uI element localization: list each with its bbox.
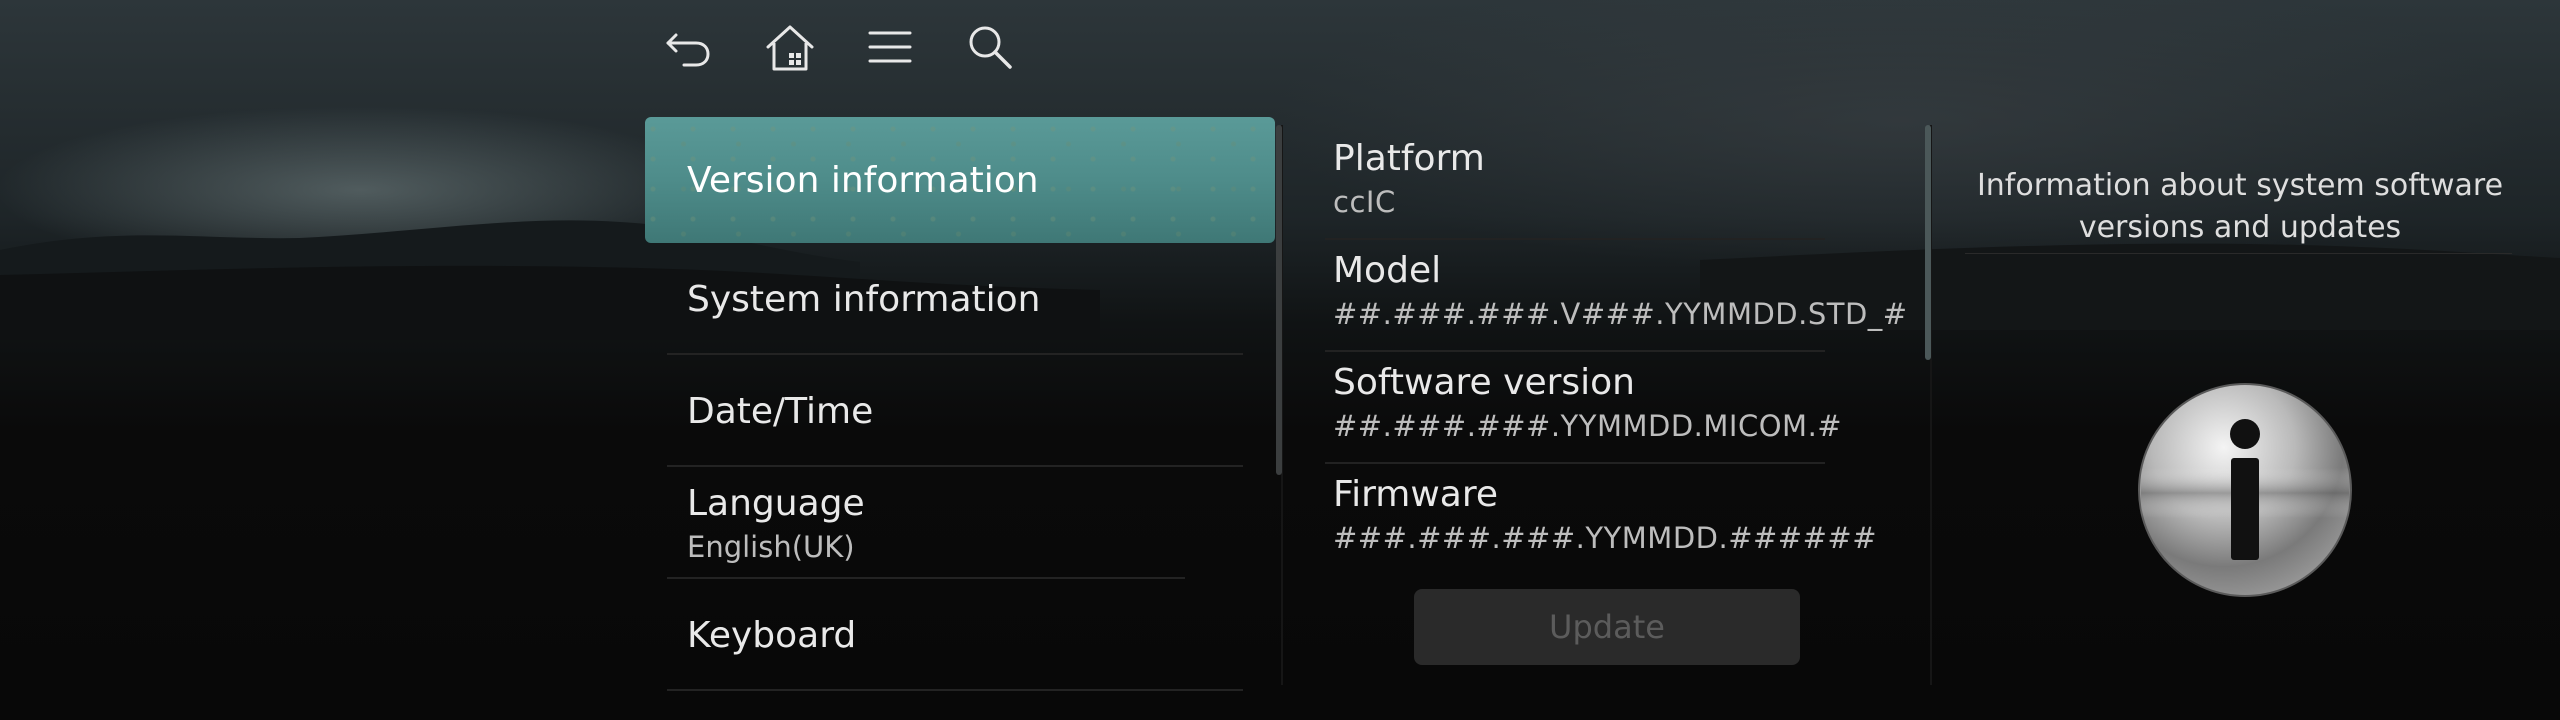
back-icon (666, 33, 710, 67)
info-label: Model (1333, 250, 1442, 291)
update-button[interactable]: Update (1414, 589, 1800, 665)
info-label: Firmware (1333, 474, 1498, 515)
menu-scrollbar[interactable] (1276, 125, 1282, 475)
menu-item-system-information[interactable]: System information (645, 243, 1275, 355)
info-row-model: Model ##.###.###.V###.YYMMDD.STD_# (1315, 242, 1908, 354)
home-icon (766, 25, 814, 71)
menu-item-label: Language (687, 482, 865, 524)
menu-item-keyboard[interactable]: Keyboard (645, 579, 1275, 691)
menu-item-label: Date/Time (687, 390, 874, 432)
info-label: Platform (1333, 138, 1485, 179)
menu-item-label: Keyboard (687, 614, 857, 656)
menu-icon (868, 31, 912, 63)
divider (1325, 462, 1825, 464)
divider (667, 689, 1243, 691)
divider (1325, 350, 1825, 352)
info-icon (2138, 383, 2352, 597)
version-info-list: Platform ccIC Model ##.###.###.V###.YYMM… (1315, 130, 1908, 578)
top-navigation (660, 12, 1020, 82)
menu-item-value: English(UK) (687, 529, 855, 564)
info-value: ##.###.###.YYMMDD.MICOM.# (1333, 409, 1843, 443)
back-button[interactable] (660, 12, 720, 82)
info-value: ###.###.###.YYMMDD.###### (1333, 521, 1877, 555)
menu-item-language[interactable]: Language English(UK) (645, 467, 1275, 579)
menu-item-date-time[interactable]: Date/Time (645, 355, 1275, 467)
divider (1325, 238, 1825, 240)
menu-button[interactable] (860, 12, 920, 82)
info-scrollbar[interactable] (1925, 125, 1931, 360)
info-value: ccIC (1333, 185, 1396, 219)
search-icon (969, 26, 1012, 69)
menu-item-label: System information (687, 278, 1041, 320)
menu-item-label: Version information (687, 159, 1039, 201)
menu-item-version-information[interactable]: Version information (645, 117, 1275, 243)
settings-menu: Version information System information D… (645, 117, 1275, 691)
home-button[interactable] (760, 12, 820, 82)
info-row-software-version: Software version ##.###.###.YYMMDD.MICOM… (1315, 354, 1843, 466)
search-button[interactable] (960, 12, 1020, 82)
divider (1965, 253, 2512, 254)
info-label: Software version (1333, 362, 1635, 403)
info-row-firmware: Firmware ###.###.###.YYMMDD.###### (1315, 466, 1877, 578)
help-panel: Information about system software versio… (1960, 165, 2520, 254)
info-row-platform: Platform ccIC (1315, 130, 1835, 242)
help-description: Information about system software versio… (1976, 168, 2504, 245)
info-value: ##.###.###.V###.YYMMDD.STD_# (1333, 297, 1908, 331)
